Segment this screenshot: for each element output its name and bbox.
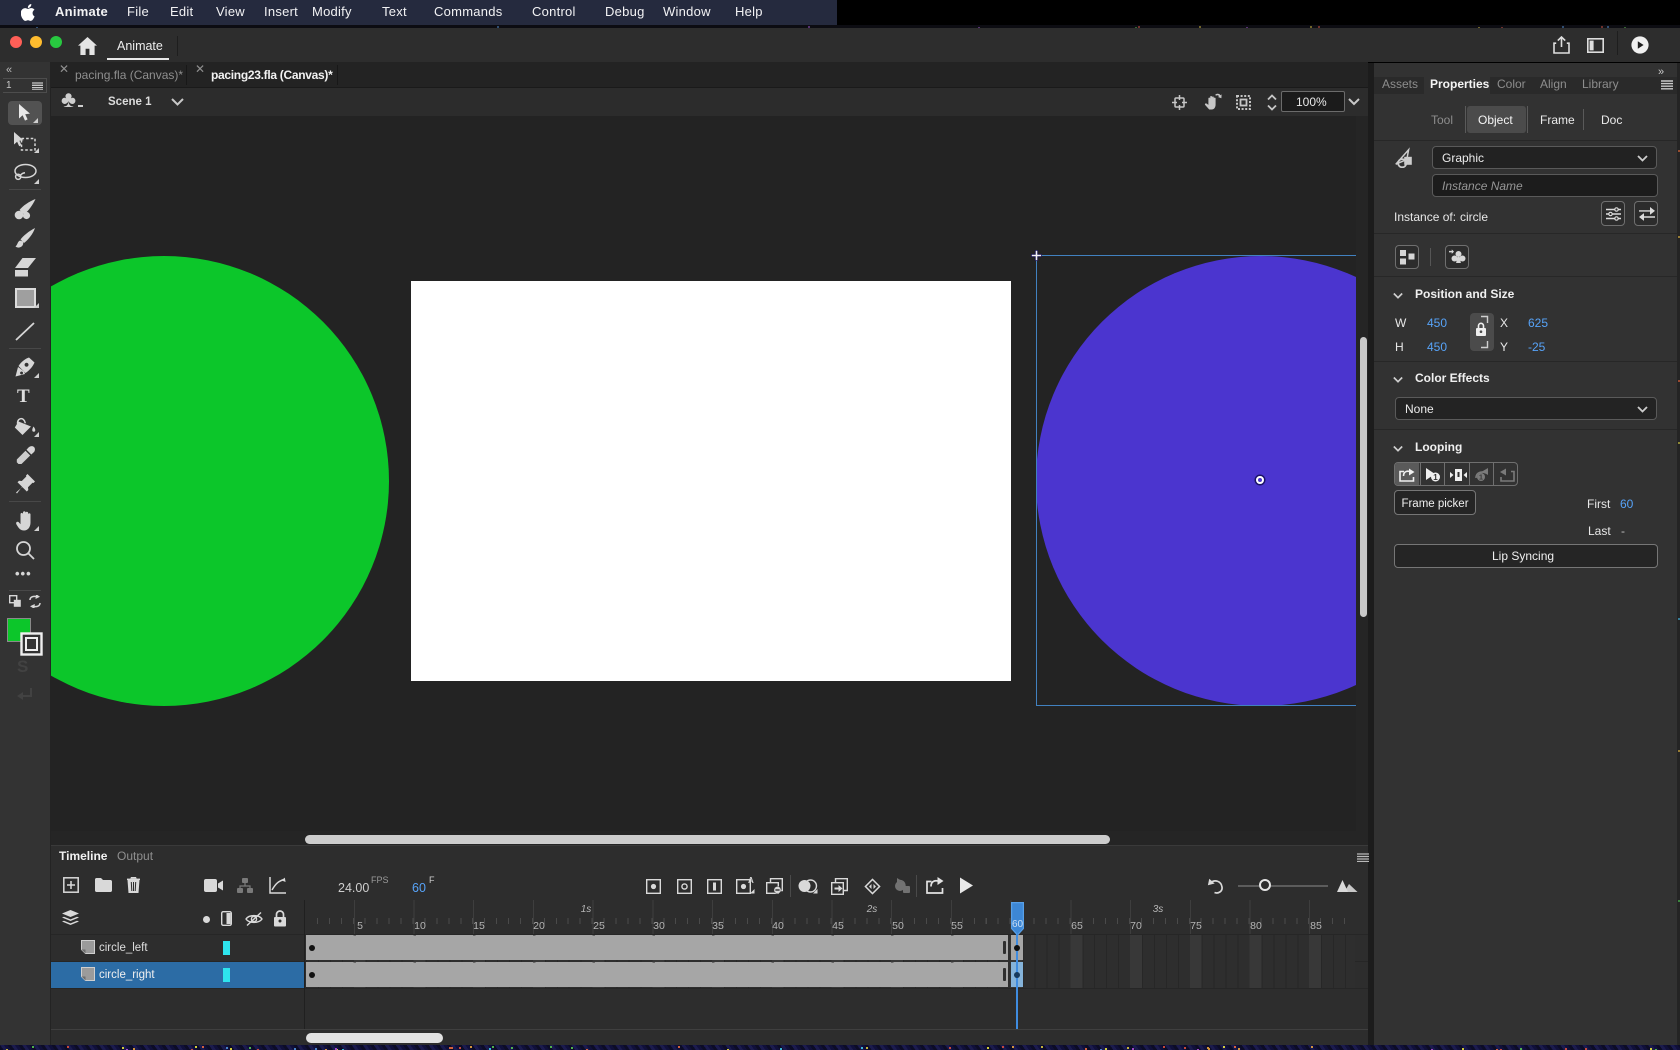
svg-text:1: 1 [1433, 473, 1438, 482]
svg-text:1: 1 [1479, 473, 1483, 482]
svg-text:A: A [748, 876, 754, 885]
